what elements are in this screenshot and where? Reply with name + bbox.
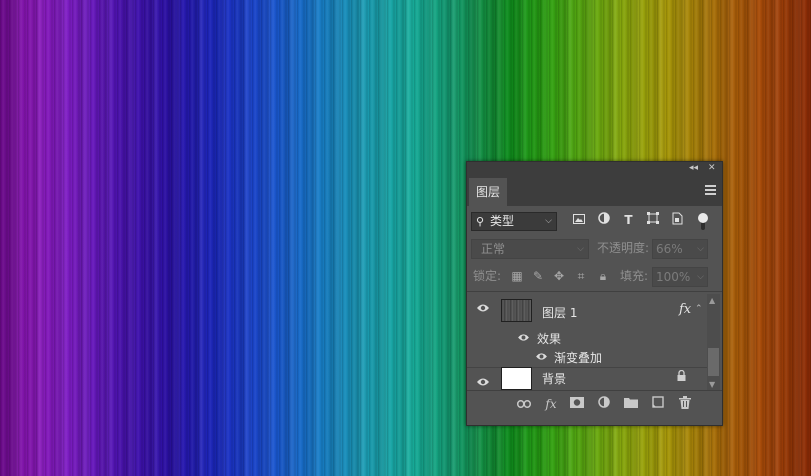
scroll-up-icon[interactable]: ▲ [709,296,715,305]
layers-scrollbar[interactable]: ▲ ▼ [707,294,720,390]
blend-mode-value: 正常 [481,242,506,256]
opacity-input[interactable]: 66% ⌵ [652,239,708,259]
image-filter-icon[interactable] [570,212,587,229]
shape-filter-icon[interactable] [644,212,661,229]
chevron-up-icon[interactable]: ⌃ [695,304,703,314]
chevron-down-icon: ⌵ [697,272,704,282]
scrollbar-thumb[interactable] [708,348,719,376]
chevron-down-icon: ⌵ [697,244,704,254]
close-icon[interactable]: ✕ [708,163,716,173]
chevron-down-icon: ⌵ [545,216,552,226]
filter-kind-label: 类型 [490,214,515,228]
tab-layers[interactable]: 图层 [469,178,507,206]
layers-list: 图层 1 fx ⌃ 效果 渐变叠加 背景 [467,294,722,390]
collapse-icon[interactable]: ◂◂ [689,163,698,173]
lock-artboard-icon[interactable]: ⌗ [573,267,589,285]
layer-row[interactable]: 图层 1 fx ⌃ [467,294,708,328]
fill-value: 100% [656,270,691,284]
fill-label: 填充: [620,269,649,283]
lock-row: 锁定: ▦ ✎ ✥ ⌗ 🔒︎ 填充: 100% ⌵ [467,264,722,290]
panel-menu-icon[interactable] [705,185,716,197]
filter-row: ⚲ 类型 ⌵ T [467,208,722,234]
layer-name[interactable]: 图层 1 [542,304,577,321]
blend-mode-select[interactable]: 正常 ⌵ [471,239,589,259]
fill-input[interactable]: 100% ⌵ [652,267,708,287]
effect-name: 渐变叠加 [554,351,603,365]
layer-name[interactable]: 背景 [542,370,566,387]
adjustment-filter-icon[interactable] [595,212,612,229]
panel-tab-row: 图层 [467,176,722,206]
panel-titlebar: ◂◂ ✕ [467,162,722,176]
effects-row[interactable]: 效果 [467,328,708,348]
adjustment-layer-icon[interactable] [595,396,613,412]
eye-icon[interactable] [476,377,490,390]
opacity-value: 66% [656,242,683,256]
smart-object-filter-icon[interactable] [669,212,686,229]
layers-bottom-toolbar: fx [467,391,722,417]
lock-transparent-icon[interactable]: ▦ [509,267,525,285]
link-icon[interactable] [515,396,533,412]
eye-icon[interactable] [517,332,530,345]
filter-kind-select[interactable]: ⚲ 类型 ⌵ [471,212,557,231]
chevron-down-icon: ⌵ [577,244,584,254]
effect-item-gradient-overlay[interactable]: 渐变叠加 [467,347,708,367]
fx-badge[interactable]: fx [679,302,691,317]
blend-row: 正常 ⌵ 不透明度: 66% ⌵ [467,236,722,262]
search-icon: ⚲ [476,215,485,228]
filter-toggle[interactable] [697,212,709,230]
type-filter-icon[interactable]: T [620,212,637,229]
layer-thumbnail[interactable] [501,367,532,390]
lock-icon [677,369,686,384]
new-layer-icon[interactable] [649,396,667,412]
layers-panel: ◂◂ ✕ 图层 ⚲ 类型 ⌵ T 正常 ⌵ 不透明度: 66% ⌵ 锁定: ▦ … [466,161,723,426]
scroll-down-icon[interactable]: ▼ [709,380,715,389]
fx-icon[interactable]: fx [542,396,560,412]
lock-position-icon[interactable]: ✥ [551,267,567,285]
effects-label: 效果 [537,332,562,346]
eye-icon[interactable] [476,303,490,316]
folder-icon[interactable] [622,396,640,412]
mask-icon[interactable] [568,396,586,412]
opacity-label: 不透明度: [597,241,650,255]
lock-all-icon[interactable]: 🔒︎ [595,267,611,285]
lock-label: 锁定: [473,269,502,283]
trash-icon[interactable] [676,396,694,412]
eye-icon[interactable] [535,351,548,364]
lock-paint-brush-icon[interactable]: ✎ [530,267,546,285]
layer-thumbnail[interactable] [501,299,532,322]
